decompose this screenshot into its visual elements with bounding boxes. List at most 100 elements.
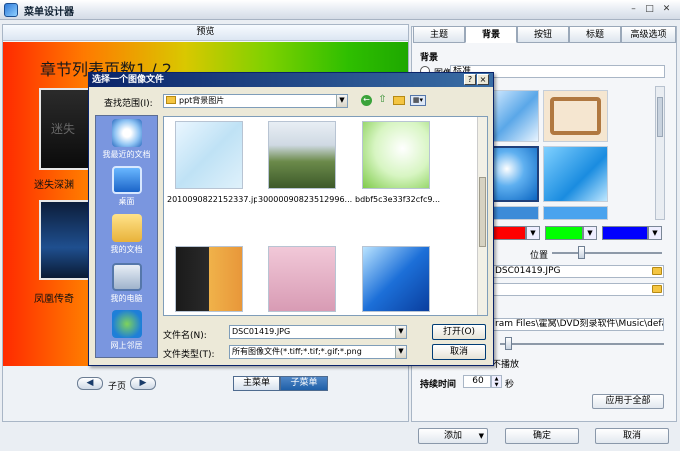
filename-label: 文件名(N): <box>163 331 207 341</box>
color-dropdown-1-icon[interactable]: ▼ <box>526 226 540 240</box>
filename-dropdown-icon[interactable]: ▼ <box>395 326 406 338</box>
apply-all-button[interactable]: 应用于全部 <box>592 394 664 409</box>
look-in-dropdown-icon[interactable]: ▼ <box>336 95 347 107</box>
page-label: 子页 <box>108 382 127 392</box>
position-label: 位置 <box>530 251 549 261</box>
view-menu-icon[interactable]: ▦▾ <box>410 95 426 106</box>
chapter-thumbnail-2[interactable] <box>39 200 93 280</box>
file-name-1[interactable]: 2010090822152337.jpg <box>167 195 257 204</box>
color-swatch-3[interactable] <box>602 226 648 240</box>
place-label: 网上邻居 <box>110 341 143 350</box>
filetype-dropdown-icon[interactable]: ▼ <box>395 346 406 358</box>
duration-label: 持续时间 <box>420 380 457 390</box>
place-label: 我最近的文档 <box>102 150 151 159</box>
maximize-button[interactable]: □ <box>643 3 656 16</box>
duration-spinner-icon[interactable]: ▲ ▼ <box>491 375 502 388</box>
filetype-select[interactable]: 所有图像文件(*.tiff;*.tif;*.gif;*.png <box>229 345 407 359</box>
loop-label: 不播放 <box>492 360 520 370</box>
prev-page-button[interactable]: ◀ <box>77 377 103 390</box>
color-swatch-1[interactable] <box>492 226 526 240</box>
add-button[interactable]: 添加 ▼ <box>418 428 488 444</box>
place-desktop[interactable]: 桌面 <box>96 166 157 207</box>
file-name-3[interactable]: bdbf5c3e33f32cfc9... <box>355 195 450 204</box>
file-list-scrollbar[interactable] <box>477 117 487 315</box>
ok-button[interactable]: 确定 <box>505 428 579 444</box>
tab-sub-menu[interactable]: 子菜单 <box>280 376 328 391</box>
preview-header: 预览 <box>3 25 408 41</box>
music-path-field[interactable]: ram Files\霍窝\DVD刻录软件\Music\defa <box>492 318 664 331</box>
thumb-scrollbar[interactable] <box>655 86 665 220</box>
new-folder-icon[interactable] <box>393 96 405 105</box>
preview-controls <box>3 366 408 421</box>
second-file-field[interactable] <box>492 283 664 296</box>
file-name-2[interactable]: 30000090823512996... <box>258 195 353 204</box>
bg-thumb-4[interactable] <box>543 146 608 202</box>
volume-slider[interactable] <box>500 343 664 345</box>
tab-background[interactable]: 背景 <box>465 26 517 43</box>
desktop-icon <box>111 166 142 194</box>
close-button[interactable]: ✕ <box>660 3 673 16</box>
volume-slider-handle[interactable] <box>505 337 512 350</box>
bg-thumb-3-selected[interactable] <box>492 146 539 202</box>
next-page-button[interactable]: ▶ <box>130 377 156 390</box>
duration-input[interactable]: 60 <box>463 375 491 388</box>
minimize-button[interactable]: – <box>627 3 640 16</box>
dialog-title: 选择一个图像文件 <box>89 73 493 87</box>
file-thumb-2[interactable] <box>268 121 336 189</box>
bg-file-field[interactable]: DSC01419.JPG <box>492 265 664 278</box>
bg-thumb-5[interactable] <box>492 206 539 220</box>
look-in-value: ppt背景图片 <box>179 96 225 105</box>
folder-icon[interactable] <box>652 267 662 275</box>
duration-unit: 秒 <box>505 380 515 390</box>
position-slider[interactable] <box>552 252 662 254</box>
color-swatch-2[interactable] <box>545 226 583 240</box>
chapter-label-2[interactable]: 凤凰传奇 <box>34 290 74 305</box>
filetype-label: 文件类型(T): <box>163 350 215 360</box>
my-computer-icon <box>111 263 142 291</box>
bg-thumb-6[interactable] <box>543 206 608 220</box>
chevron-down-icon: ▼ <box>478 432 484 440</box>
open-button[interactable]: 打开(O) <box>432 324 486 340</box>
chapter-label-1[interactable]: 迷失深渊 <box>34 176 74 191</box>
look-in-combo[interactable]: ppt背景图片 <box>163 94 348 108</box>
chevron-right-icon: ▶ <box>139 378 147 388</box>
network-places-icon <box>111 310 142 338</box>
bg-thumb-2[interactable] <box>543 90 608 142</box>
recent-documents-icon <box>111 119 142 147</box>
chevron-left-icon: ◀ <box>86 378 94 388</box>
background-section-label: 背景 <box>420 53 439 63</box>
place-recent[interactable]: 我最近的文档 <box>96 119 157 160</box>
dialog-close-button[interactable]: × <box>477 74 489 85</box>
file-thumb-4[interactable] <box>175 246 243 312</box>
my-documents-icon <box>111 214 142 242</box>
position-slider-handle[interactable] <box>578 246 585 259</box>
app-logo-icon <box>4 3 18 17</box>
cancel-button[interactable]: 取消 <box>595 428 669 444</box>
bg-thumb-1[interactable] <box>492 90 539 142</box>
back-icon[interactable]: ← <box>361 95 372 106</box>
tab-advanced[interactable]: 高级选项 <box>621 26 676 43</box>
add-button-label: 添加 <box>443 431 462 441</box>
tab-theme[interactable]: 主题 <box>413 26 465 43</box>
file-thumb-1[interactable] <box>175 121 243 189</box>
place-label: 我的文档 <box>110 245 143 254</box>
tab-main-menu[interactable]: 主菜单 <box>233 376 280 391</box>
tab-button[interactable]: 按钮 <box>517 26 569 43</box>
dialog-help-button[interactable]: ? <box>464 74 476 85</box>
folder-icon[interactable] <box>652 285 662 293</box>
file-thumb-3[interactable] <box>362 121 430 189</box>
color-dropdown-3-icon[interactable]: ▼ <box>648 226 662 240</box>
filename-input[interactable]: DSC01419.JPG <box>229 325 407 339</box>
place-my-computer[interactable]: 我的电脑 <box>96 263 157 304</box>
chapter-thumbnail-1[interactable]: 迷失 <box>39 88 93 170</box>
tab-title[interactable]: 标题 <box>569 26 621 43</box>
file-thumb-6[interactable] <box>362 246 430 312</box>
place-my-documents[interactable]: 我的文档 <box>96 214 157 255</box>
place-network[interactable]: 网上邻居 <box>96 310 157 351</box>
place-label: 我的电脑 <box>110 294 143 303</box>
file-thumb-5[interactable] <box>268 246 336 312</box>
color-dropdown-2-icon[interactable]: ▼ <box>583 226 597 240</box>
up-folder-icon[interactable]: ⇧ <box>377 95 388 106</box>
look-in-label: 查找范围(I): <box>104 99 153 109</box>
dialog-cancel-button[interactable]: 取消 <box>432 344 486 360</box>
